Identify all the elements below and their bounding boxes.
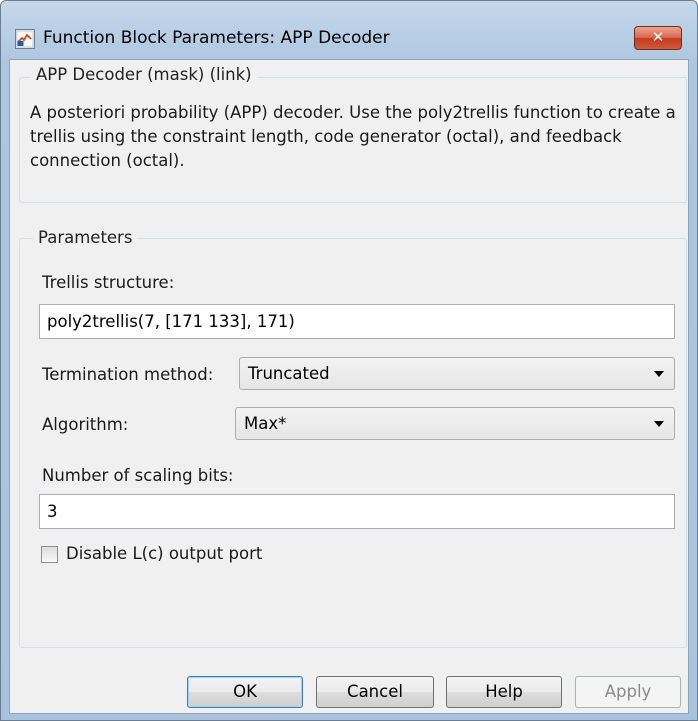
title-bar[interactable]: Function Block Parameters: APP Decoder ✕ xyxy=(1,1,697,59)
parameters-group xyxy=(19,238,687,648)
trellis-structure-label: Trellis structure: xyxy=(42,273,175,292)
algorithm-select[interactable]: Max* xyxy=(235,407,675,440)
disable-lc-checkbox[interactable] xyxy=(41,546,58,563)
description-group-title: APP Decoder (mask) (link) xyxy=(31,65,257,84)
termination-method-select[interactable]: Truncated xyxy=(239,357,675,390)
close-icon: ✕ xyxy=(651,28,665,46)
ok-button[interactable]: OK xyxy=(187,676,303,708)
cancel-button[interactable]: Cancel xyxy=(316,676,434,708)
description-text: A posteriori probability (APP) decoder. … xyxy=(30,103,676,170)
close-button[interactable]: ✕ xyxy=(634,26,682,50)
help-button[interactable]: Help xyxy=(446,676,562,708)
parameters-group-title: Parameters xyxy=(33,228,138,247)
disable-lc-label[interactable]: Disable L(c) output port xyxy=(66,544,262,563)
termination-method-value: Truncated xyxy=(248,364,330,383)
scaling-bits-input[interactable]: 3 xyxy=(39,494,675,529)
chevron-down-icon xyxy=(654,371,664,377)
simulink-block-icon xyxy=(15,29,35,49)
apply-button[interactable]: Apply xyxy=(575,676,681,708)
algorithm-label: Algorithm: xyxy=(42,415,129,434)
dialog-window: Function Block Parameters: APP Decoder ✕… xyxy=(0,0,698,721)
algorithm-value: Max* xyxy=(244,414,287,433)
scaling-bits-label: Number of scaling bits: xyxy=(42,466,234,485)
chevron-down-icon xyxy=(654,421,664,427)
window-title: Function Block Parameters: APP Decoder xyxy=(43,28,390,48)
trellis-structure-input[interactable]: poly2trellis(7, [171 133], 171) xyxy=(39,304,675,339)
termination-method-label: Termination method: xyxy=(42,365,214,384)
